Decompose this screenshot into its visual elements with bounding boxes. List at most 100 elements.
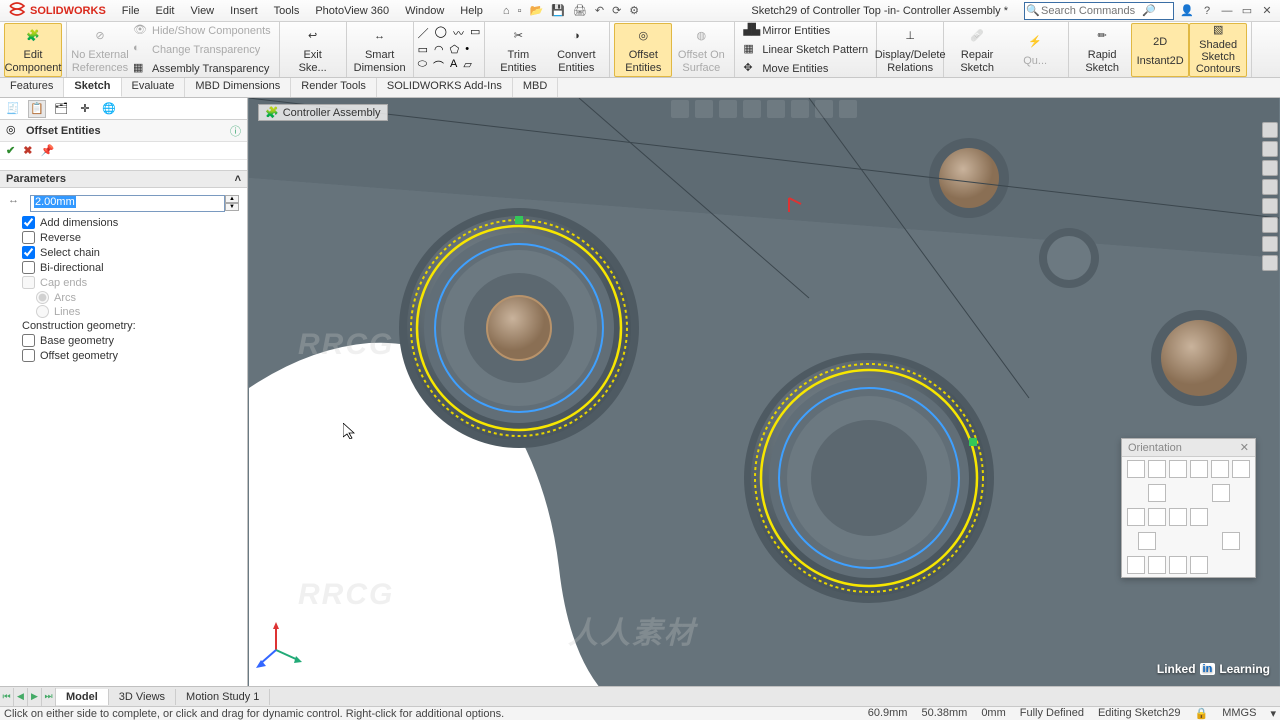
tab-mbd-dimensions[interactable]: MBD Dimensions [185, 78, 291, 97]
tab-sketch[interactable]: Sketch [64, 78, 121, 97]
tab-nav-arrows[interactable]: ⏮◀▶⏭ [0, 688, 56, 706]
taskpane-properties-icon[interactable] [1262, 236, 1278, 252]
pm-help-icon[interactable]: ⓘ [230, 123, 241, 139]
hud-view-icon[interactable] [695, 100, 713, 118]
feature-tree-tab-icon[interactable]: 🧾 [4, 100, 22, 118]
slot-tool-icon[interactable]: ▭ [470, 25, 480, 41]
graphics-breadcrumb[interactable]: 🧩 Controller Assembly [258, 104, 388, 121]
taskpane-appearance-icon[interactable] [1262, 217, 1278, 233]
offset-entities-button[interactable]: ◎Offset Entities [614, 23, 672, 77]
tab-3d-views[interactable]: 3D Views [109, 689, 176, 705]
search-input[interactable] [1041, 5, 1141, 17]
orientation-title-bar[interactable]: Orientation✕ [1122, 439, 1255, 457]
taskpane-explorer-icon[interactable] [1262, 179, 1278, 195]
reverse-checkbox[interactable]: Reverse [22, 231, 239, 244]
appearance-tab-icon[interactable]: 🌐 [100, 100, 118, 118]
search-commands-box[interactable]: 🔍 🔎 [1024, 2, 1174, 20]
pm-cancel-button[interactable]: ✖ [23, 144, 32, 157]
mirror-entities-button[interactable]: ▟▙Mirror Entities [739, 22, 872, 40]
viewport-2h-icon[interactable] [1148, 556, 1166, 574]
taskpane-library-icon[interactable] [1262, 160, 1278, 176]
orientation-dialog[interactable]: Orientation✕ [1121, 438, 1256, 578]
view-single-icon[interactable] [1138, 532, 1156, 550]
view-di-icon[interactable] [1190, 508, 1208, 526]
rapid-sketch-button[interactable]: ✏Rapid Sketch [1073, 23, 1131, 77]
display-delete-relations-button[interactable]: ⊥Display/Delete Relations [881, 23, 939, 77]
hud-scene-icon[interactable] [767, 100, 785, 118]
hide-show-button[interactable]: 👁Hide/Show Components [129, 22, 275, 40]
pm-parameters-header[interactable]: Parameters˄ [0, 170, 247, 188]
tab-features[interactable]: Features [0, 78, 64, 97]
menu-edit[interactable]: Edit [148, 5, 183, 17]
rect-tool-icon[interactable]: ▭ [418, 43, 428, 56]
point-tool-icon[interactable]: • [465, 43, 469, 56]
property-manager-tab-icon[interactable]: 📋 [28, 100, 46, 118]
taskpane-view-icon[interactable] [1262, 198, 1278, 214]
view-normal-icon[interactable] [1169, 508, 1187, 526]
qat-rebuild-icon[interactable]: ⟳ [612, 4, 621, 17]
view-left-icon[interactable] [1169, 460, 1187, 478]
qat-undo-icon[interactable]: ↶ [595, 4, 604, 17]
menu-insert[interactable]: Insert [222, 5, 266, 17]
menu-window[interactable]: Window [397, 5, 452, 17]
pm-ok-button[interactable]: ✔ [6, 144, 15, 157]
qat-save-icon[interactable]: 💾 [551, 4, 565, 17]
menu-photoview[interactable]: PhotoView 360 [307, 5, 397, 17]
no-external-refs-button[interactable]: ⊘ No External References [71, 23, 129, 77]
status-lock-icon[interactable]: 🔒 [1195, 707, 1209, 720]
polygon-tool-icon[interactable]: ⬠ [450, 43, 460, 56]
line-tool-icon[interactable]: ／ [418, 25, 429, 41]
offset-distance-input[interactable]: 2.00mm [30, 195, 225, 212]
view-bottom-icon[interactable] [1148, 508, 1166, 526]
convert-entities-button[interactable]: ◑Convert Entities [547, 23, 605, 77]
view-back-icon[interactable] [1148, 460, 1166, 478]
status-units[interactable]: MMGS [1222, 707, 1256, 720]
offset-spinner[interactable]: ▲▼ [225, 195, 239, 211]
select-chain-checkbox[interactable]: Select chain [22, 246, 239, 259]
taskpane-forum-icon[interactable] [1262, 255, 1278, 271]
edit-component-button[interactable]: 🧩 Edit Component [4, 23, 62, 77]
hud-section-icon[interactable] [719, 100, 737, 118]
tab-model[interactable]: Model [56, 689, 109, 705]
view-cube-icon[interactable] [1148, 484, 1166, 502]
pm-pushpin-icon[interactable]: 📌 [40, 144, 54, 157]
minimize-icon[interactable]: — [1220, 4, 1234, 18]
view-front-icon[interactable] [1127, 460, 1145, 478]
qat-home-icon[interactable]: ⌂ [503, 5, 510, 17]
smart-dimension-button[interactable]: ↔ Smart Dimension [351, 23, 409, 77]
restore-icon[interactable]: ▭ [1240, 4, 1254, 18]
close-icon[interactable]: ✕ [1260, 4, 1274, 18]
tab-evaluate[interactable]: Evaluate [122, 78, 186, 97]
text-tool-icon[interactable]: A [450, 58, 457, 74]
menu-view[interactable]: View [182, 5, 222, 17]
menu-tools[interactable]: Tools [266, 5, 308, 17]
offset-on-surface-button[interactable]: ◍Offset On Surface [672, 23, 730, 77]
tab-motion-study[interactable]: Motion Study 1 [176, 689, 270, 705]
help-icon[interactable]: ? [1200, 4, 1214, 18]
arc-tool-icon[interactable]: ◠ [434, 43, 444, 56]
add-dimensions-checkbox[interactable]: Add dimensions [22, 216, 239, 229]
hud-zoom-icon[interactable] [671, 100, 689, 118]
base-geometry-checkbox[interactable]: Base geometry [22, 334, 239, 347]
hud-edit-icon[interactable] [839, 100, 857, 118]
taskpane-resources-icon[interactable] [1262, 141, 1278, 157]
assembly-transparency-button[interactable]: ▦Assembly Transparency [129, 60, 275, 78]
move-entities-button[interactable]: ✥Move Entities [739, 60, 872, 78]
tab-addins[interactable]: SOLIDWORKS Add-Ins [377, 78, 513, 97]
orientation-close-icon[interactable]: ✕ [1240, 441, 1249, 454]
view-more-icon[interactable] [1212, 484, 1230, 502]
shaded-sketch-button[interactable]: ▧Shaded Sketch Contours [1189, 23, 1247, 77]
search-go-icon[interactable]: 🔎 [1141, 3, 1157, 19]
view-right-icon[interactable] [1190, 460, 1208, 478]
hud-hide-icon[interactable] [791, 100, 809, 118]
linear-pattern-button[interactable]: ▦Linear Sketch Pattern [739, 41, 872, 59]
instant2d-button[interactable]: 2DInstant2D [1131, 23, 1189, 77]
status-menu-icon[interactable]: ▾ [1270, 707, 1276, 720]
view-iso-icon[interactable] [1211, 460, 1229, 478]
graphics-area[interactable]: 🧩 Controller Assembly [248, 98, 1280, 698]
offset-geometry-checkbox[interactable]: Offset geometry [22, 349, 239, 362]
menu-help[interactable]: Help [452, 5, 491, 17]
hud-display-icon[interactable] [743, 100, 761, 118]
viewport-4-icon[interactable] [1190, 556, 1208, 574]
circle-tool-icon[interactable]: ◯ [435, 25, 447, 41]
